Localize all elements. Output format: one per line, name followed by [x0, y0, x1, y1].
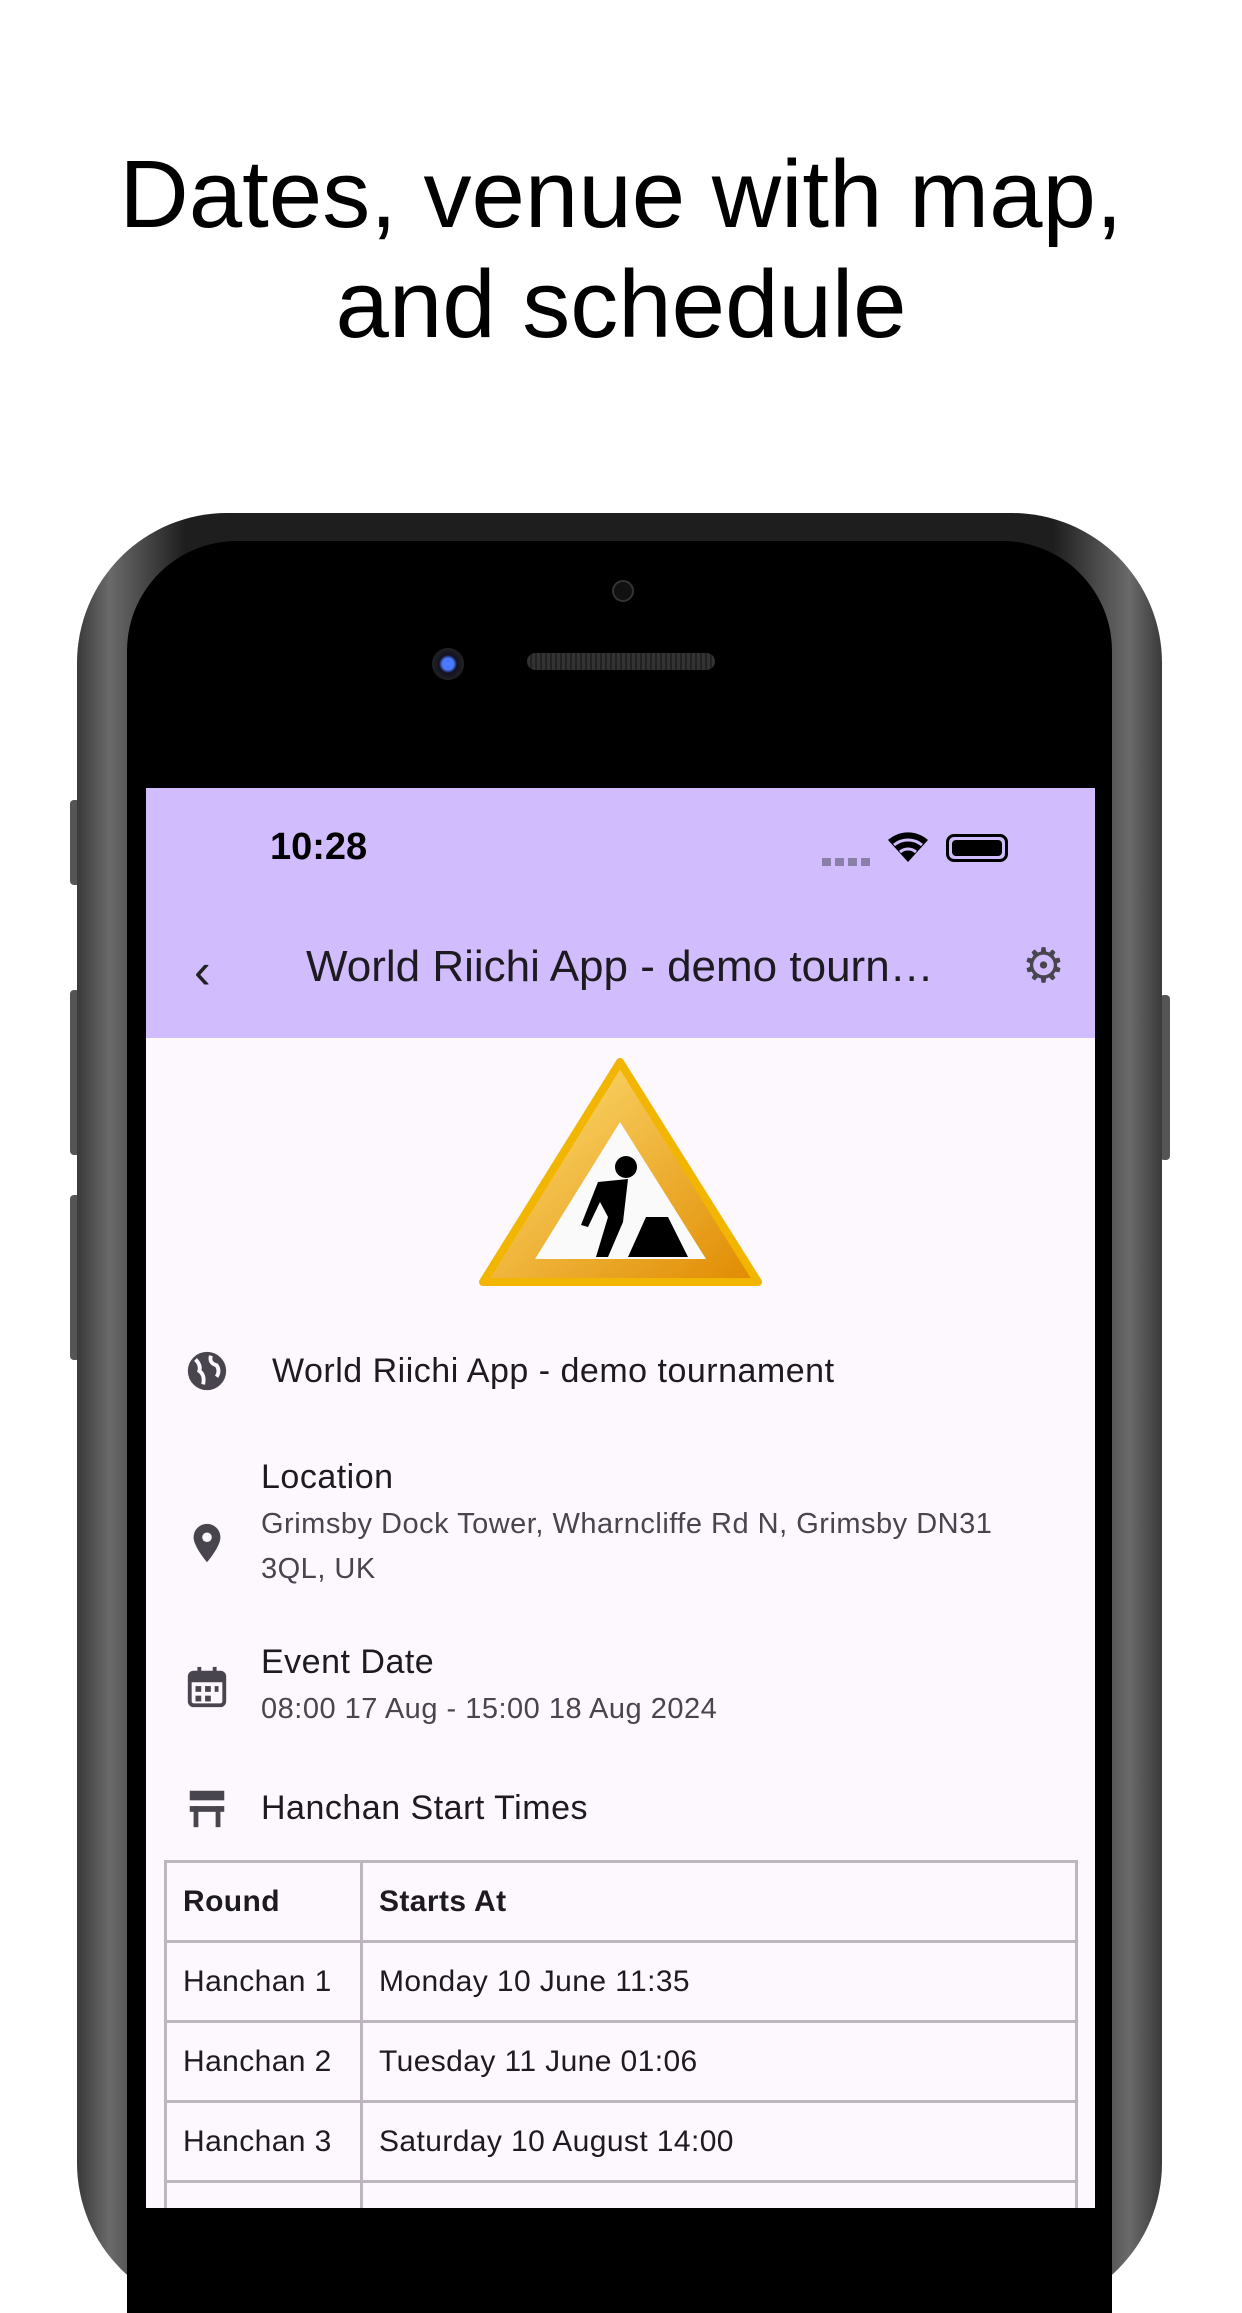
wifi-icon — [888, 832, 928, 862]
table-chair-icon — [189, 1790, 225, 1828]
location-address[interactable]: Grimsby Dock Tower, Wharncliffe Rd N, Gr… — [261, 1502, 1061, 1592]
event-date-value: 08:00 17 Aug - 15:00 18 Aug 2024 — [261, 1693, 718, 1725]
marketing-headline: Dates, venue with map, and schedule — [0, 140, 1242, 360]
map-pin-icon — [193, 1523, 221, 1563]
proximity-sensor — [612, 580, 634, 602]
app-screen: 10:28 ‹ World Riichi App - demo tourname… — [146, 788, 1095, 2208]
earpiece-speaker — [527, 653, 715, 670]
round-cell: Hanchan 2 — [164, 2020, 363, 2103]
tournament-name: World Riichi App - demo tournament — [272, 1352, 835, 1390]
app-bar-title: World Riichi App - demo tournament — [306, 942, 946, 991]
hanchan-schedule-table: Round Starts At Hanchan 1 Monday 10 June… — [164, 1860, 1078, 2208]
column-header-starts-at: Starts At — [360, 1860, 1078, 1943]
table-row: Hanchan 3 Saturday 10 August 14:00 — [164, 2100, 1078, 2183]
event-date-label: Event Date — [261, 1643, 435, 1681]
round-cell — [164, 2180, 363, 2208]
table-row: Hanchan 1 Monday 10 June 11:35 — [164, 1940, 1078, 2023]
calendar-icon — [187, 1666, 227, 1708]
column-header-round: Round — [164, 1860, 363, 1943]
headline-line-1: Dates, venue with map, — [119, 141, 1123, 248]
start-time-cell: Tuesday 11 June 01:06 — [360, 2020, 1078, 2103]
table-row: Hanchan 2 Tuesday 11 June 01:06 — [164, 2020, 1078, 2103]
under-construction-icon — [479, 1058, 762, 1286]
table-header-row: Round Starts At — [164, 1860, 1078, 1943]
gear-icon[interactable]: ⚙ — [1022, 938, 1065, 994]
cellular-signal-icon — [822, 858, 872, 866]
globe-icon — [187, 1351, 227, 1391]
start-time-cell: Saturday 10 August 14:00 — [360, 2100, 1078, 2183]
app-bar: ‹ World Riichi App - demo tournament ⚙ — [146, 900, 1095, 1038]
round-cell: Hanchan 1 — [164, 1940, 363, 2023]
start-time-cell — [360, 2180, 1078, 2208]
table-row-partial — [164, 2180, 1078, 2208]
chevron-left-icon[interactable]: ‹ — [194, 942, 211, 1000]
start-time-cell: Monday 10 June 11:35 — [360, 1940, 1078, 2023]
status-bar: 10:28 — [146, 788, 1095, 900]
round-cell: Hanchan 3 — [164, 2100, 363, 2183]
headline-line-2: and schedule — [335, 251, 907, 358]
location-label: Location — [261, 1458, 394, 1496]
battery-icon — [946, 834, 1008, 862]
status-time: 10:28 — [270, 826, 368, 868]
front-camera — [432, 648, 464, 680]
schedule-label: Hanchan Start Times — [261, 1789, 588, 1827]
